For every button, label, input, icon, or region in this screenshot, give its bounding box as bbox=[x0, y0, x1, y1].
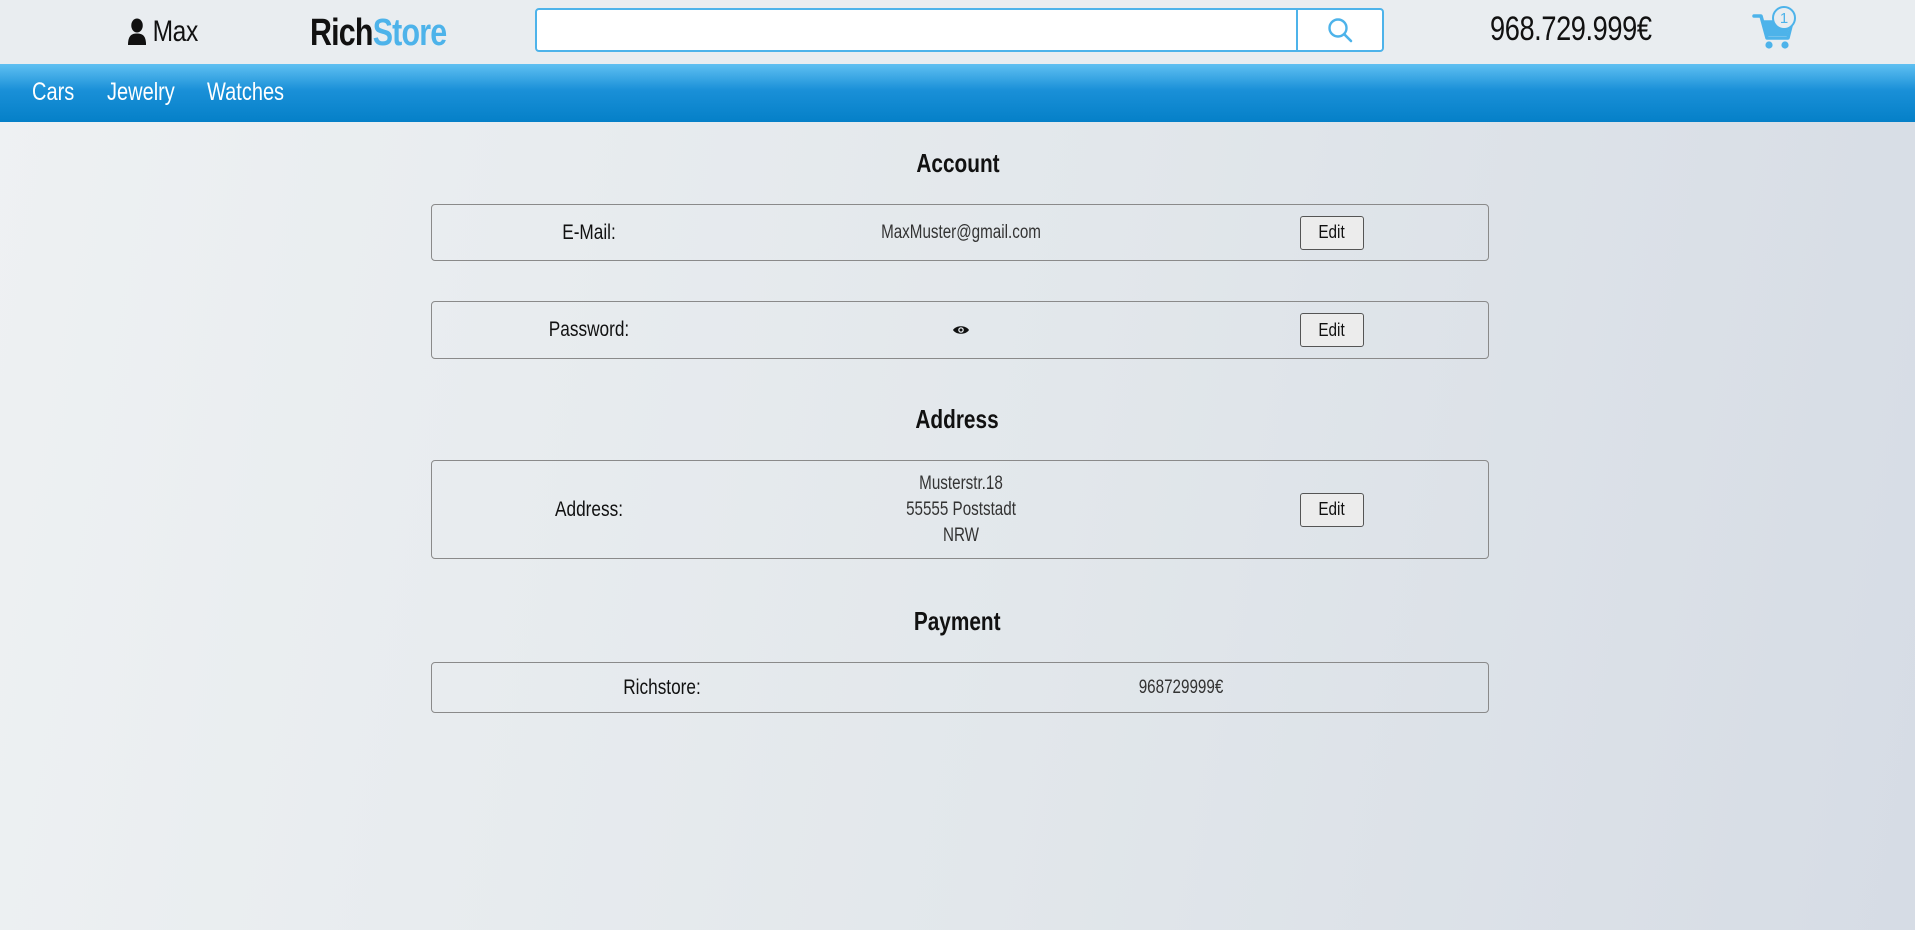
search-button[interactable] bbox=[1296, 10, 1382, 50]
payment-row: Richstore: 968729999€ bbox=[431, 662, 1489, 713]
user-profile[interactable]: Max bbox=[128, 14, 198, 50]
category-nav: Cars Jewelry Watches bbox=[0, 64, 1915, 122]
edit-address-label: Edit bbox=[1318, 499, 1346, 519]
address-value: Musterstr.18 55555 Poststadt NRW bbox=[906, 471, 1016, 549]
username: Max bbox=[152, 15, 199, 48]
payment-label: Richstore: bbox=[623, 675, 701, 699]
logo-store: Store bbox=[372, 12, 448, 54]
top-bar: Max RichStore 968.729.999€ 1 bbox=[0, 0, 1915, 64]
logo-rich: Rich bbox=[310, 12, 373, 54]
address-line-state: NRW bbox=[942, 524, 980, 546]
search-icon bbox=[1328, 18, 1353, 43]
edit-email-button[interactable]: Edit bbox=[1300, 215, 1364, 250]
email-value: MaxMuster@gmail.com bbox=[881, 221, 1041, 243]
edit-address-button[interactable]: Edit bbox=[1300, 492, 1364, 527]
payment-title-text: Payment bbox=[914, 606, 1001, 636]
nav-item-jewelry[interactable]: Jewelry bbox=[107, 78, 175, 107]
address-line-city: 55555 Poststadt bbox=[906, 498, 1016, 520]
address-row: Address: Musterstr.18 55555 Poststadt NR… bbox=[431, 460, 1489, 559]
payment-section-title: Payment bbox=[0, 606, 1915, 637]
account-title-text: Account bbox=[915, 148, 1000, 178]
email-label: E-Mail: bbox=[562, 220, 616, 244]
edit-password-button[interactable]: Edit bbox=[1300, 313, 1364, 347]
edit-password-label: Edit bbox=[1318, 319, 1346, 340]
address-section-title: Address bbox=[0, 404, 1915, 435]
user-icon bbox=[128, 18, 147, 45]
edit-email-label: Edit bbox=[1318, 222, 1346, 242]
search-input[interactable] bbox=[537, 10, 1296, 50]
account-section-title: Account bbox=[0, 148, 1915, 179]
address-label: Address: bbox=[555, 497, 623, 521]
store-logo[interactable]: RichStore bbox=[310, 12, 448, 55]
password-row: Password: Edit bbox=[431, 301, 1489, 359]
cart-count-badge: 1 bbox=[1772, 6, 1796, 30]
search-bar bbox=[535, 8, 1384, 52]
payment-value: 968729999€ bbox=[1138, 676, 1224, 698]
cart-button[interactable]: 1 bbox=[1752, 6, 1800, 52]
email-row: E-Mail: MaxMuster@gmail.com Edit bbox=[431, 204, 1489, 261]
nav-item-cars[interactable]: Cars bbox=[32, 78, 74, 107]
account-balance: 968.729.999€ bbox=[1490, 10, 1652, 48]
address-title-text: Address bbox=[915, 404, 1000, 434]
password-label: Password: bbox=[548, 318, 630, 341]
eye-icon[interactable] bbox=[952, 324, 970, 336]
nav-item-watches[interactable]: Watches bbox=[207, 78, 284, 107]
address-line-street: Musterstr.18 bbox=[919, 472, 1003, 494]
